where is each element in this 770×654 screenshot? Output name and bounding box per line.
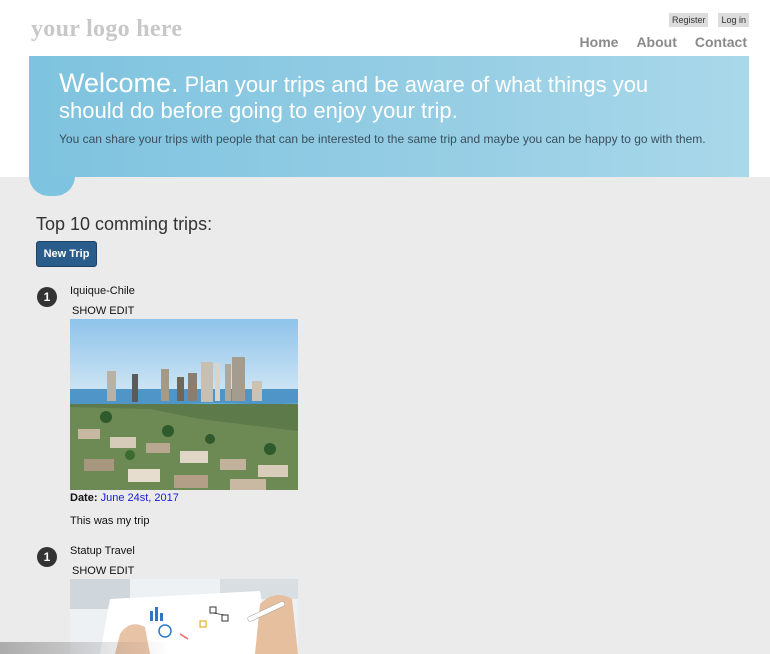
trip-actions: SHOW EDIT (72, 305, 134, 317)
trip-item: 1 Iquique-Chile SHOW EDIT Date: June 24s… (0, 285, 770, 537)
login-link[interactable]: Log in (718, 13, 749, 27)
trip-photo-coastal-city[interactable] (70, 319, 298, 490)
trip-name: Statup Travel (70, 545, 135, 557)
nav-home[interactable]: Home (580, 34, 619, 50)
trip-edit-link[interactable]: EDIT (109, 565, 134, 577)
trip-description: This was my trip (70, 515, 150, 527)
scrollbar-shadow (0, 642, 170, 654)
trip-actions: SHOW EDIT (72, 565, 134, 577)
trip-show-link[interactable]: SHOW (72, 565, 106, 577)
hero-banner: Welcome. Plan your trips and be aware of… (29, 56, 749, 177)
main-content: Top 10 comming trips: New Trip 1 Iquique… (0, 177, 770, 654)
site-logo[interactable]: your logo here (31, 16, 182, 43)
register-link[interactable]: Register (668, 13, 709, 27)
trip-show-link[interactable]: SHOW (72, 305, 106, 317)
trip-name: Iquique-Chile (70, 285, 135, 297)
new-trip-button[interactable]: New Trip (36, 241, 97, 267)
trip-date-label: Date: (70, 492, 98, 504)
coastal-city-image (70, 319, 298, 490)
auth-links: Register Log in (668, 13, 749, 27)
nav-contact[interactable]: Contact (695, 34, 747, 50)
nav-about[interactable]: About (636, 34, 676, 50)
trip-date: Date: June 24st, 2017 (70, 492, 179, 504)
hero-subtext: You can share your trips with people tha… (59, 132, 706, 146)
trip-item: 1 Statup Travel SHOW EDIT (0, 545, 770, 654)
main-nav: Home About Contact (580, 34, 747, 50)
trip-rank-badge: 1 (37, 287, 57, 307)
trip-edit-link[interactable]: EDIT (109, 305, 134, 317)
trip-rank-badge: 1 (37, 547, 57, 567)
hero-headline: Welcome. Plan your trips and be aware of… (59, 70, 699, 124)
section-title: Top 10 comming trips: (36, 214, 213, 234)
site-header: your logo here Register Log in Home Abou… (0, 0, 770, 56)
trip-date-value[interactable]: June 24st, 2017 (101, 492, 179, 504)
hero-welcome: Welcome. (59, 68, 179, 98)
